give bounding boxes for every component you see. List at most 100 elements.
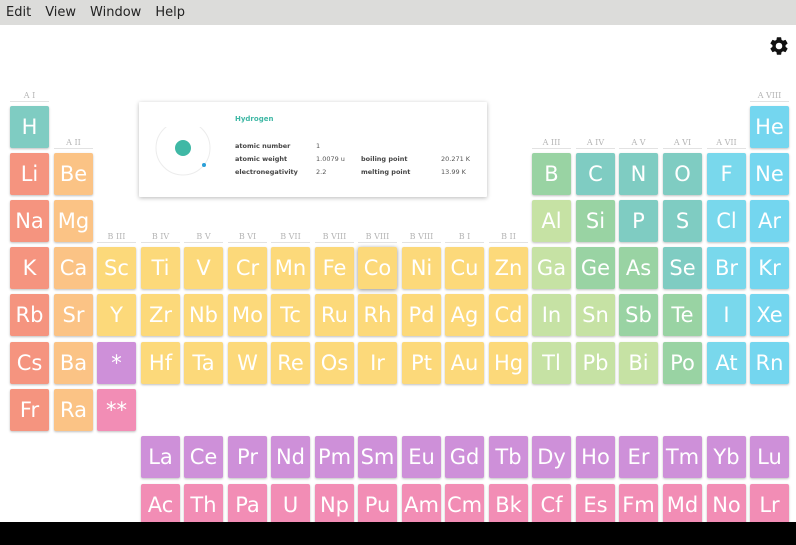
- element-tile-ac[interactable]: Ac: [141, 484, 180, 522]
- element-tile-na[interactable]: Na: [10, 200, 49, 242]
- element-tile-b[interactable]: B: [532, 153, 571, 195]
- element-tile-fm[interactable]: Fm: [619, 484, 658, 522]
- element-tile-zn[interactable]: Zn: [489, 247, 528, 289]
- element-tile-he[interactable]: He: [750, 106, 789, 148]
- element-tile-se[interactable]: Se: [663, 247, 702, 289]
- element-tile-pd[interactable]: Pd: [402, 294, 441, 336]
- element-tile-cu[interactable]: Cu: [445, 247, 484, 289]
- element-tile-bi[interactable]: Bi: [619, 342, 658, 384]
- element-tile-be[interactable]: Be: [54, 153, 93, 195]
- element-tile-ge[interactable]: Ge: [576, 247, 615, 289]
- element-tile-si[interactable]: Si: [576, 200, 615, 242]
- element-tile-zr[interactable]: Zr: [141, 294, 180, 336]
- element-tile-sm[interactable]: Sm: [358, 436, 397, 478]
- element-tile-th[interactable]: Th: [184, 484, 223, 522]
- element-tile-cm[interactable]: Cm: [445, 484, 484, 522]
- element-tile-pu[interactable]: Pu: [358, 484, 397, 522]
- element-tile-rn[interactable]: Rn: [750, 342, 789, 384]
- element-tile-ga[interactable]: Ga: [532, 247, 571, 289]
- element-tile-y[interactable]: Y: [97, 294, 136, 336]
- element-tile-po[interactable]: Po: [663, 342, 702, 384]
- element-tile-hf[interactable]: Hf: [141, 342, 180, 384]
- element-tile-tm[interactable]: Tm: [663, 436, 702, 478]
- element-tile-gd[interactable]: Gd: [445, 436, 484, 478]
- element-tile-ar[interactable]: Ar: [750, 200, 789, 242]
- element-tile-lr[interactable]: Lr: [750, 484, 789, 522]
- element-tile-am[interactable]: Am: [402, 484, 441, 522]
- element-tile-nb[interactable]: Nb: [184, 294, 223, 336]
- element-tile-rb[interactable]: Rb: [10, 294, 49, 336]
- element-tile-ti[interactable]: Ti: [141, 247, 180, 289]
- element-tile-kr[interactable]: Kr: [750, 247, 789, 289]
- element-tile-er[interactable]: Er: [619, 436, 658, 478]
- element-tile-ra[interactable]: Ra: [54, 389, 93, 431]
- element-tile-w[interactable]: W: [228, 342, 267, 384]
- element-tile-ag[interactable]: Ag: [445, 294, 484, 336]
- element-tile-es[interactable]: Es: [576, 484, 615, 522]
- settings-button[interactable]: [768, 35, 790, 57]
- element-tile-u[interactable]: U: [271, 484, 310, 522]
- element-tile-tc[interactable]: Tc: [271, 294, 310, 336]
- element-tile-pm[interactable]: Pm: [315, 436, 354, 478]
- element-tile-hg[interactable]: Hg: [489, 342, 528, 384]
- element-tile-as[interactable]: As: [619, 247, 658, 289]
- element-tile-dy[interactable]: Dy: [532, 436, 571, 478]
- element-tile-pr[interactable]: Pr: [228, 436, 267, 478]
- element-tile-xe[interactable]: Xe: [750, 294, 789, 336]
- element-tile-pa[interactable]: Pa: [228, 484, 267, 522]
- element-tile-nd[interactable]: Nd: [271, 436, 310, 478]
- element-tile-cl[interactable]: Cl: [707, 200, 746, 242]
- element-tile-at[interactable]: At: [707, 342, 746, 384]
- element-tile-s[interactable]: S: [663, 200, 702, 242]
- element-tile-ta[interactable]: Ta: [184, 342, 223, 384]
- element-tile-c[interactable]: C: [576, 153, 615, 195]
- element-tile-cr[interactable]: Cr: [228, 247, 267, 289]
- menu-edit[interactable]: Edit: [6, 5, 31, 20]
- element-tile-actinide-placeholder[interactable]: **: [97, 389, 136, 431]
- element-tile-pb[interactable]: Pb: [576, 342, 615, 384]
- element-tile-rh[interactable]: Rh: [358, 294, 397, 336]
- element-tile-f[interactable]: F: [707, 153, 746, 195]
- element-tile-yb[interactable]: Yb: [707, 436, 746, 478]
- element-tile-ne[interactable]: Ne: [750, 153, 789, 195]
- element-tile-mn[interactable]: Mn: [271, 247, 310, 289]
- element-tile-br[interactable]: Br: [707, 247, 746, 289]
- element-tile-md[interactable]: Md: [663, 484, 702, 522]
- element-tile-fr[interactable]: Fr: [10, 389, 49, 431]
- element-tile-fe[interactable]: Fe: [315, 247, 354, 289]
- element-tile-i[interactable]: I: [707, 294, 746, 336]
- element-tile-ca[interactable]: Ca: [54, 247, 93, 289]
- element-tile-lu[interactable]: Lu: [750, 436, 789, 478]
- element-tile-no[interactable]: No: [707, 484, 746, 522]
- element-tile-np[interactable]: Np: [315, 484, 354, 522]
- menu-view[interactable]: View: [45, 5, 76, 20]
- element-tile-ni[interactable]: Ni: [402, 247, 441, 289]
- element-tile-o[interactable]: O: [663, 153, 702, 195]
- element-tile-sr[interactable]: Sr: [54, 294, 93, 336]
- element-tile-bk[interactable]: Bk: [489, 484, 528, 522]
- element-tile-co[interactable]: Co: [358, 247, 397, 289]
- element-tile-sn[interactable]: Sn: [576, 294, 615, 336]
- menu-window[interactable]: Window: [90, 5, 141, 20]
- element-tile-k[interactable]: K: [10, 247, 49, 289]
- element-tile-os[interactable]: Os: [315, 342, 354, 384]
- element-tile-ir[interactable]: Ir: [358, 342, 397, 384]
- element-tile-li[interactable]: Li: [10, 153, 49, 195]
- element-tile-cd[interactable]: Cd: [489, 294, 528, 336]
- element-tile-in[interactable]: In: [532, 294, 571, 336]
- element-tile-au[interactable]: Au: [445, 342, 484, 384]
- element-tile-tl[interactable]: Tl: [532, 342, 571, 384]
- element-tile-la[interactable]: La: [141, 436, 180, 478]
- element-tile-te[interactable]: Te: [663, 294, 702, 336]
- element-tile-tb[interactable]: Tb: [489, 436, 528, 478]
- element-tile-ce[interactable]: Ce: [184, 436, 223, 478]
- element-tile-mg[interactable]: Mg: [54, 200, 93, 242]
- element-tile-ho[interactable]: Ho: [576, 436, 615, 478]
- element-tile-eu[interactable]: Eu: [402, 436, 441, 478]
- element-tile-ba[interactable]: Ba: [54, 342, 93, 384]
- element-tile-mo[interactable]: Mo: [228, 294, 267, 336]
- element-tile-sc[interactable]: Sc: [97, 247, 136, 289]
- element-tile-p[interactable]: P: [619, 200, 658, 242]
- element-tile-pt[interactable]: Pt: [402, 342, 441, 384]
- element-tile-cf[interactable]: Cf: [532, 484, 571, 522]
